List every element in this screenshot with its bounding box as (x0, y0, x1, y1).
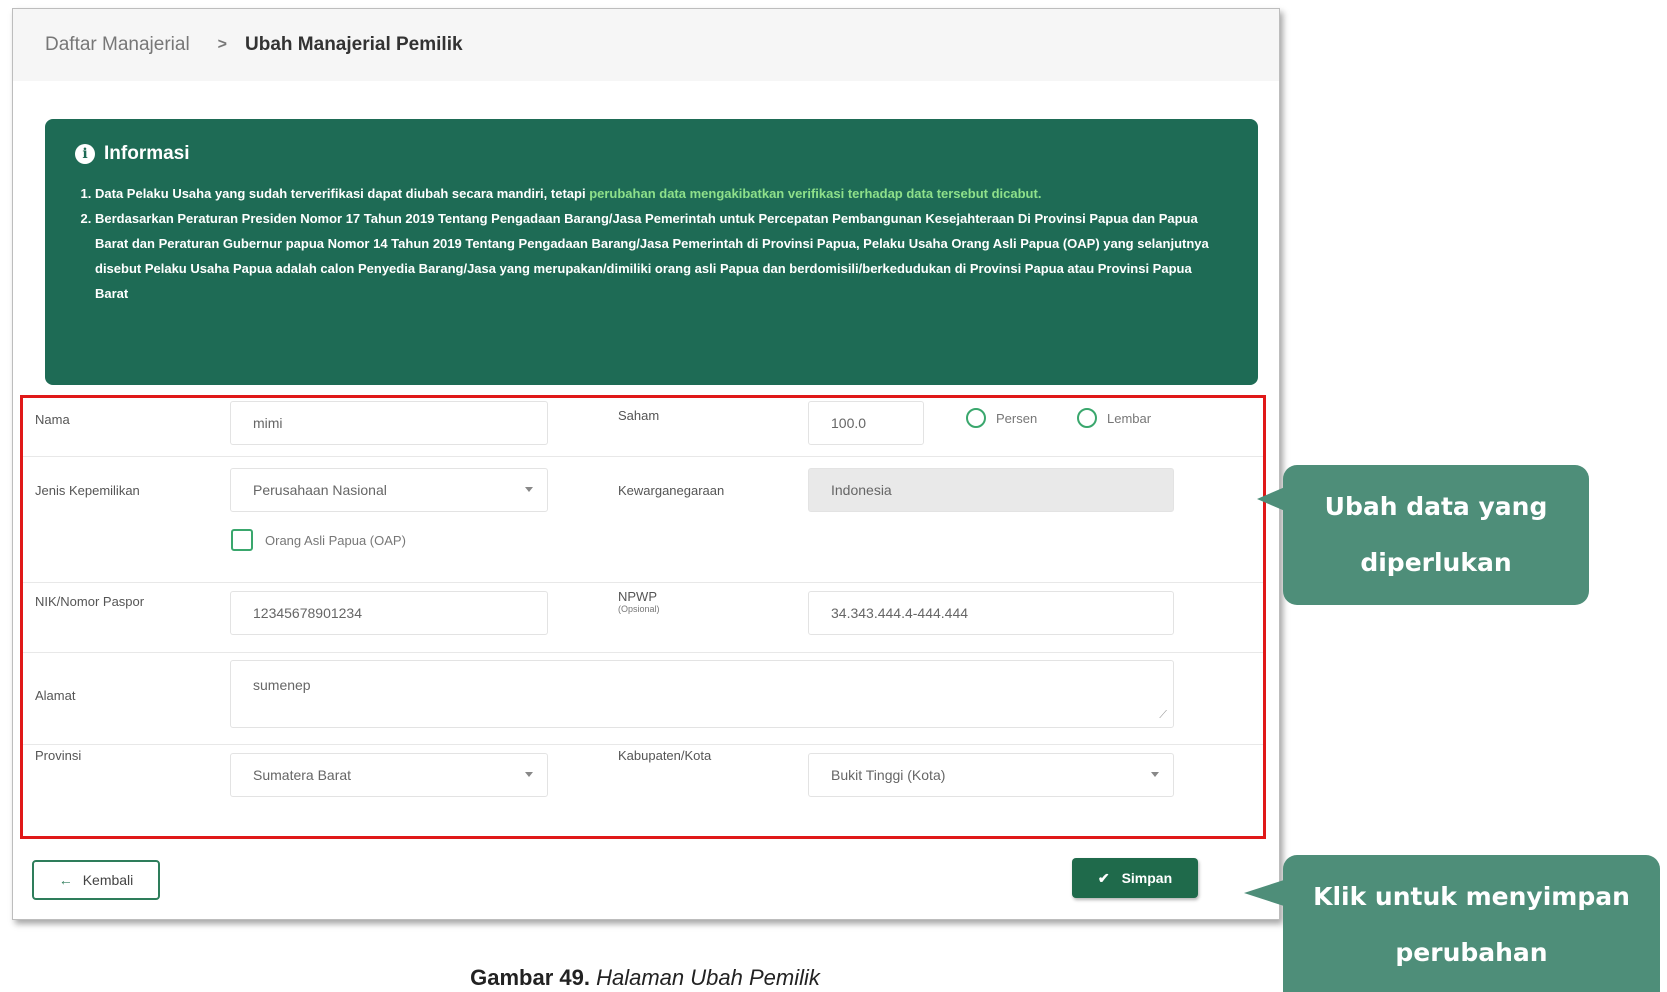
info-list: Data Pelaku Usaha yang sudah terverifika… (75, 181, 1228, 306)
chevron-down-icon (525, 772, 533, 777)
provinsi-select[interactable]: Sumatera Barat (230, 753, 548, 797)
nama-input[interactable]: mimi (230, 401, 548, 445)
callout-arrow-save (1244, 880, 1284, 906)
alamat-value: sumenep (253, 677, 311, 693)
kabupaten-value: Bukit Tinggi (Kota) (831, 767, 946, 783)
npwp-label: NPWP (Opsional) (618, 589, 660, 614)
npwp-value: 34.343.444.4-444.444 (831, 605, 969, 621)
npwp-input[interactable]: 34.343.444.4-444.444 (808, 591, 1174, 635)
chevron-down-icon (1151, 772, 1159, 777)
chevron-down-icon (525, 487, 533, 492)
nama-value: mimi (253, 415, 283, 431)
save-button-label: Simpan (1121, 870, 1173, 886)
radio-persen-label: Persen (996, 410, 1038, 426)
radio-persen[interactable]: Persen (966, 408, 1037, 428)
jenis-label: Jenis Kepemilikan (35, 483, 140, 498)
nik-label: NIK/Nomor Paspor (35, 594, 145, 609)
info-header: i Informasi (75, 143, 1228, 165)
kewarganegaraan-field: Indonesia (808, 468, 1174, 512)
radio-lembar[interactable]: Lembar (1077, 408, 1151, 428)
info-icon: i (75, 144, 95, 164)
callout-save-line1: Klik untuk menyimpan (1313, 882, 1630, 911)
caption-title: Halaman Ubah Pemilik (596, 965, 820, 990)
radio-lembar-circle (1077, 408, 1097, 428)
alamat-textarea[interactable]: sumenep ⟋ (230, 660, 1174, 728)
nik-value: 12345678901234 (253, 605, 363, 621)
info-item-1: Data Pelaku Usaha yang sudah terverifika… (95, 181, 1228, 206)
breadcrumb-separator: > (217, 36, 228, 53)
saham-value: 100.0 (831, 415, 867, 431)
kewarganegaraan-label: Kewarganegaraan (618, 483, 725, 498)
callout-save: Klik untuk menyimpan perubahan (1283, 855, 1660, 992)
callout-edit: Ubah data yang diperlukan (1283, 465, 1589, 605)
callout-edit-line2: diperlukan (1360, 548, 1512, 577)
caption-number: Gambar 49. (470, 965, 590, 990)
nik-input[interactable]: 12345678901234 (230, 591, 548, 635)
kabupaten-select[interactable]: Bukit Tinggi (Kota) (808, 753, 1174, 797)
breadcrumb-current: Ubah Manajerial Pemilik (245, 34, 463, 55)
owner-form: Nama mimi Saham 100.0 Persen Lembar Jeni… (20, 395, 1266, 839)
jenis-value: Perusahaan Nasional (253, 482, 387, 498)
breadcrumb-parent-link[interactable]: Daftar Manajerial (45, 34, 190, 56)
jenis-select[interactable]: Perusahaan Nasional (230, 468, 548, 512)
breadcrumb: Daftar Manajerial > Ubah Manajerial Pemi… (13, 9, 1279, 81)
saham-input[interactable]: 100.0 (808, 401, 924, 445)
alamat-label: Alamat (35, 688, 76, 703)
callout-save-line2: perubahan (1395, 938, 1548, 967)
oap-checkbox-label: Orang Asli Papua (OAP) (265, 532, 406, 548)
callout-edit-line1: Ubah data yang (1324, 492, 1548, 521)
save-button[interactable]: ✔ Simpan (1072, 858, 1198, 898)
kewarganegaraan-value: Indonesia (831, 482, 892, 498)
radio-persen-circle (966, 408, 986, 428)
info-title: Informasi (104, 143, 190, 164)
back-button[interactable]: ← Kembali (32, 860, 160, 900)
info-item-1-text: Data Pelaku Usaha yang sudah terverifika… (95, 186, 590, 201)
provinsi-label: Provinsi (35, 748, 82, 763)
npwp-label-text: NPWP (618, 589, 657, 604)
info-panel: i Informasi Data Pelaku Usaha yang sudah… (45, 119, 1258, 385)
resize-handle-icon[interactable]: ⟋ (1159, 709, 1167, 722)
oap-checkbox[interactable]: Orang Asli Papua (OAP) (231, 529, 406, 551)
figure-caption: Gambar 49. Halaman Ubah Pemilik (0, 965, 1290, 991)
arrow-left-icon: ← (58, 872, 73, 888)
callout-arrow-edit (1257, 487, 1285, 511)
kabupaten-label: Kabupaten/Kota (618, 748, 712, 763)
info-item-1-highlight: perubahan data mengakibatkan verifikasi … (589, 186, 1042, 201)
oap-checkbox-box (231, 529, 253, 551)
info-item-2: Berdasarkan Peraturan Presiden Nomor 17 … (95, 206, 1228, 306)
provinsi-value: Sumatera Barat (253, 767, 352, 783)
saham-label: Saham (618, 408, 660, 423)
npwp-optional-note: (Opsional) (618, 604, 660, 614)
back-button-label: Kembali (82, 872, 134, 888)
nama-label: Nama (35, 412, 70, 427)
checkmark-icon: ✔ (1097, 869, 1110, 886)
radio-lembar-label: Lembar (1107, 410, 1152, 426)
